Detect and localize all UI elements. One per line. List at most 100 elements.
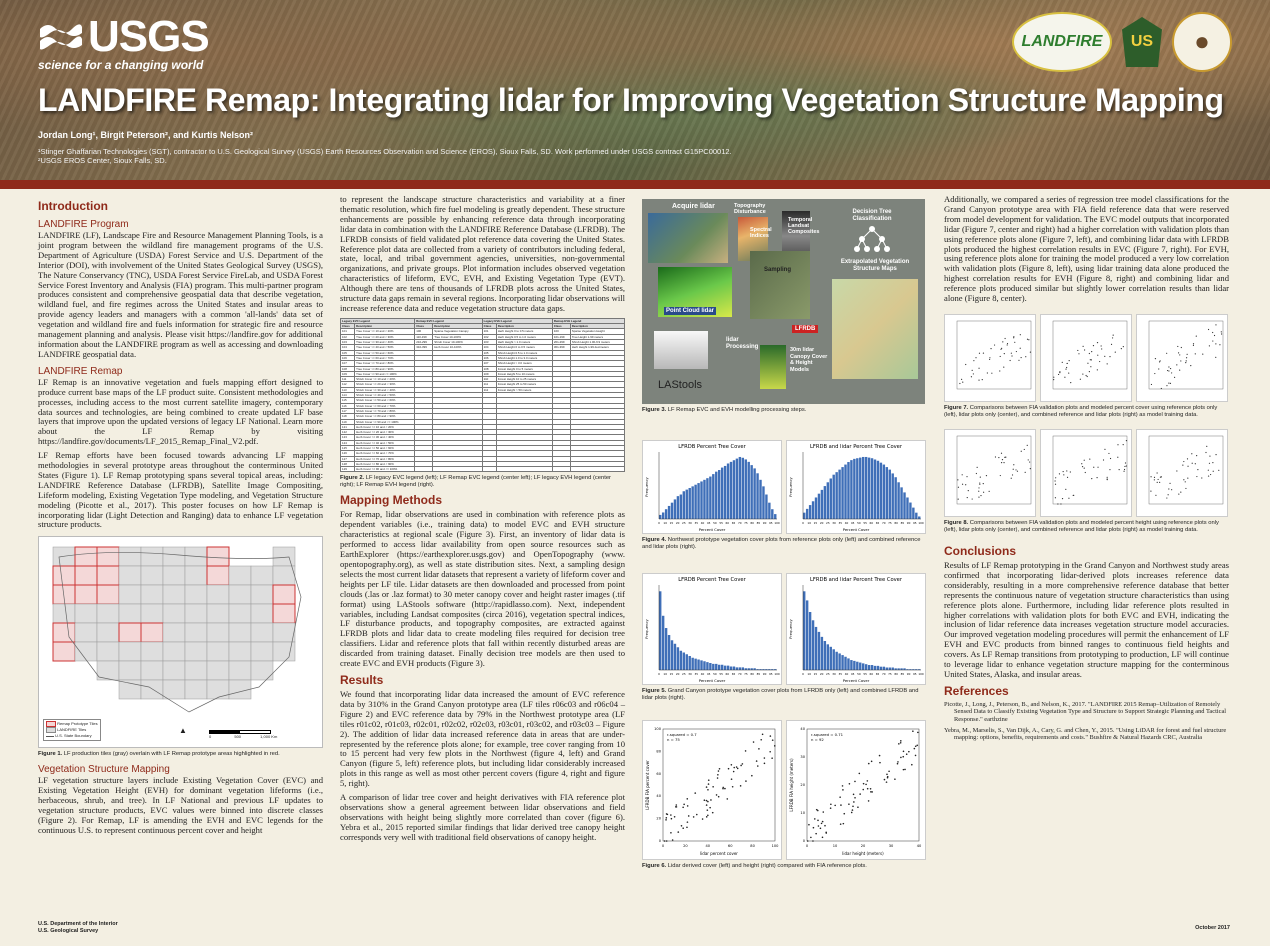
scatter-point [1154, 358, 1157, 360]
wf-sampling: Sampling [764, 267, 792, 273]
scatter-point [976, 466, 978, 468]
scatter-point [1157, 478, 1159, 480]
scatter-point [961, 378, 963, 380]
scatter-point [1213, 334, 1216, 337]
scatter-point [1168, 370, 1170, 372]
x-tick-label: 40 [845, 521, 849, 525]
chart-background [1041, 429, 1131, 516]
scatter-point [1166, 369, 1169, 372]
scatter-point [1089, 359, 1091, 361]
scatter-point [967, 490, 969, 492]
chart-bar [912, 507, 915, 519]
x-tick-label: 0 [802, 521, 804, 525]
x-tick-label: 30 [688, 672, 692, 676]
x-tick-label: 90 [763, 521, 767, 525]
scatter-point [852, 805, 854, 808]
scatter-point [869, 788, 872, 790]
validation-height-lidar [1040, 428, 1132, 517]
chart-bar [903, 492, 906, 519]
scatter-point [1156, 481, 1158, 483]
legend-row: 129 Herb Cover >= 90 and <= 100% [339, 466, 626, 473]
usgs-wordmark: USGS [88, 12, 210, 61]
chart-bar [835, 651, 838, 670]
scatter-point [1153, 476, 1156, 478]
x-tick-label: 0 [658, 521, 660, 525]
chart-bar [753, 468, 756, 519]
scatter-point [680, 825, 683, 827]
veg-structure-text: LF vegetation structure layers include E… [38, 775, 323, 835]
legend-cell [414, 466, 434, 473]
remap-prototype-tile [96, 565, 120, 586]
x-tick-label: 80 [894, 521, 898, 525]
scatter-point [1029, 351, 1032, 353]
scatter-point [730, 778, 733, 780]
scatter-point [1000, 461, 1003, 464]
y-axis-label: Frequency [644, 618, 649, 638]
histogram-northwest-lfrdb-lidar: LFRDB and lidar Percent Tree Cover0 10 15 2… [786, 440, 926, 534]
scatter-point [819, 827, 822, 830]
remap-prototype-tile [96, 546, 120, 567]
wf-extrapolated: Extrapolated Vegetation Structure Maps [840, 259, 910, 272]
scatter-point [842, 822, 845, 825]
scatter-point [1212, 340, 1214, 342]
scatter-point [989, 358, 991, 360]
chart-bar [882, 464, 886, 519]
scatter-point [703, 799, 706, 802]
x-tick-label: 25 [826, 521, 830, 525]
chart-bar [803, 591, 806, 670]
scatter-point [1054, 483, 1057, 485]
scatter-point [1218, 469, 1220, 471]
scatter-point [1077, 349, 1079, 352]
y-tick-label: 40 [656, 794, 661, 798]
scatter-point [999, 355, 1001, 358]
scatter-point [1150, 476, 1152, 478]
scatter-point [834, 804, 836, 807]
scatter-point [707, 783, 710, 785]
scatter-point [1122, 444, 1124, 446]
landfire-tile [162, 623, 186, 643]
results-text-2: A comparison of lidar tree cover and hei… [340, 792, 625, 842]
scatter-point [1167, 494, 1169, 496]
scatter-point [842, 789, 844, 791]
y-tick-label: 30 [800, 755, 805, 759]
scatter-point [1159, 360, 1161, 362]
scatter-point [1104, 355, 1106, 357]
scatter-point [1006, 342, 1009, 345]
scatter-point [1108, 452, 1110, 455]
figure-4-caption: Figure 4. Northwest prototype vegetation… [642, 537, 921, 550]
scatter-point [973, 360, 975, 362]
x-axis-label: lidar percent cover [700, 851, 738, 856]
scatter-point [1014, 341, 1016, 343]
chart-bar [667, 505, 671, 519]
usgs-tagline: science for a changing world [38, 58, 204, 72]
x-tick-label: 100 [772, 844, 780, 848]
x-tick-label: 95 [769, 672, 773, 676]
scatter-point [1159, 481, 1161, 483]
chart-bar [715, 663, 718, 670]
scatter-point [900, 740, 902, 742]
chart-bar [673, 643, 677, 670]
figure-7-caption: Figure 7. Comparisons between FIA valida… [944, 404, 1218, 418]
forest-service-shield-icon: US [1122, 17, 1162, 67]
scatter-point [994, 456, 997, 458]
scatter-point [1176, 470, 1178, 472]
scatter-point [1096, 477, 1098, 479]
chart-bar [679, 650, 683, 670]
scatter-point [1068, 360, 1070, 362]
scatter-point [990, 347, 992, 350]
x-tick-label: 20 [683, 844, 688, 848]
scatter-point [1086, 375, 1088, 378]
figure-1-map: Remap Prototype Tiles LANDFIRE Tiles U.S… [38, 536, 323, 749]
chart-title: LFRDB and lidar Percent Tree Cover [810, 577, 903, 583]
chart-bar [803, 512, 806, 519]
scatter-point [701, 818, 704, 820]
y-axis-label: Frequency [644, 476, 649, 496]
wf-disturbance: Disturbance [734, 209, 766, 215]
decision-tree-icon [854, 226, 890, 252]
y-axis-label: LFRDB FIA height (meters) [789, 758, 794, 812]
landfire-tile [206, 661, 230, 681]
scatter-point [1114, 351, 1116, 353]
scatter-point [1010, 352, 1012, 354]
figure-6-charts: r-squared = 0.7 n = 75 0 20 40 60 80 100 0 20 40 60… [642, 720, 927, 860]
scatter-point [1168, 488, 1170, 490]
